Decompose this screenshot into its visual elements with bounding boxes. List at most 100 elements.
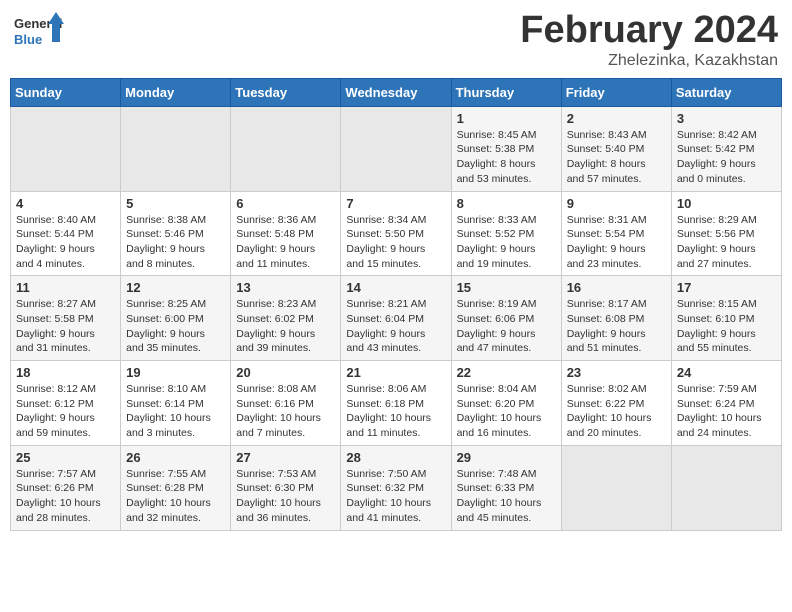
day-number: 25 — [16, 450, 115, 465]
day-info: Sunrise: 8:42 AM Sunset: 5:42 PM Dayligh… — [677, 128, 776, 187]
day-info: Sunrise: 8:17 AM Sunset: 6:08 PM Dayligh… — [567, 297, 666, 356]
day-number: 1 — [457, 111, 556, 126]
day-number: 23 — [567, 365, 666, 380]
day-cell: 23 Sunrise: 8:02 AM Sunset: 6:22 PM Dayli… — [561, 361, 671, 446]
day-cell: 11 Sunrise: 8:27 AM Sunset: 5:58 PM Dayli… — [11, 276, 121, 361]
page-header: General Blue February 2024 Zhelezinka, K… — [10, 10, 782, 70]
day-number: 5 — [126, 196, 225, 211]
day-info: Sunrise: 8:40 AM Sunset: 5:44 PM Dayligh… — [16, 213, 115, 272]
day-info: Sunrise: 8:10 AM Sunset: 6:14 PM Dayligh… — [126, 382, 225, 441]
day-cell: 24Sunrise: 7:59 AM Sunset: 6:24 PM Dayli… — [671, 361, 781, 446]
day-number: 16 — [567, 280, 666, 295]
day-info: Sunrise: 7:59 AM Sunset: 6:24 PM Dayligh… — [677, 382, 776, 441]
day-cell — [341, 106, 451, 191]
svg-text:Blue: Blue — [14, 32, 42, 47]
logo-svg: General Blue — [14, 10, 64, 55]
week-row-1: 1 Sunrise: 8:45 AM Sunset: 5:38 PM Daylig… — [11, 106, 782, 191]
col-header-sunday: Sunday — [11, 78, 121, 106]
title-block: February 2024 Zhelezinka, Kazakhstan — [520, 10, 778, 70]
week-row-4: 18 Sunrise: 8:12 AM Sunset: 6:12 PM Dayli… — [11, 361, 782, 446]
day-info: Sunrise: 8:33 AM Sunset: 5:52 PM Dayligh… — [457, 213, 556, 272]
day-cell: 10 Sunrise: 8:29 AM Sunset: 5:56 PM Dayli… — [671, 191, 781, 276]
day-cell — [671, 445, 781, 530]
day-info: Sunrise: 7:50 AM Sunset: 6:32 PM Dayligh… — [346, 467, 445, 526]
day-info: Sunrise: 7:55 AM Sunset: 6:28 PM Dayligh… — [126, 467, 225, 526]
day-number: 17 — [677, 280, 776, 295]
day-number: 4 — [16, 196, 115, 211]
day-number: 9 — [567, 196, 666, 211]
day-number: 13 — [236, 280, 335, 295]
col-header-thursday: Thursday — [451, 78, 561, 106]
day-cell: 14Sunrise: 8:21 AM Sunset: 6:04 PM Dayli… — [341, 276, 451, 361]
day-info: Sunrise: 8:38 AM Sunset: 5:46 PM Dayligh… — [126, 213, 225, 272]
day-info: Sunrise: 8:27 AM Sunset: 5:58 PM Dayligh… — [16, 297, 115, 356]
day-number: 22 — [457, 365, 556, 380]
day-cell: 9Sunrise: 8:31 AM Sunset: 5:54 PM Daylig… — [561, 191, 671, 276]
day-cell: 7Sunrise: 8:34 AM Sunset: 5:50 PM Daylig… — [341, 191, 451, 276]
day-cell — [11, 106, 121, 191]
day-cell: 4 Sunrise: 8:40 AM Sunset: 5:44 PM Daylig… — [11, 191, 121, 276]
day-cell: 17 Sunrise: 8:15 AM Sunset: 6:10 PM Dayli… — [671, 276, 781, 361]
day-info: Sunrise: 8:02 AM Sunset: 6:22 PM Dayligh… — [567, 382, 666, 441]
day-number: 8 — [457, 196, 556, 211]
day-info: Sunrise: 8:36 AM Sunset: 5:48 PM Dayligh… — [236, 213, 335, 272]
day-cell: 1 Sunrise: 8:45 AM Sunset: 5:38 PM Daylig… — [451, 106, 561, 191]
day-info: Sunrise: 8:19 AM Sunset: 6:06 PM Dayligh… — [457, 297, 556, 356]
day-info: Sunrise: 8:04 AM Sunset: 6:20 PM Dayligh… — [457, 382, 556, 441]
day-number: 11 — [16, 280, 115, 295]
day-number: 15 — [457, 280, 556, 295]
day-info: Sunrise: 8:15 AM Sunset: 6:10 PM Dayligh… — [677, 297, 776, 356]
day-number: 29 — [457, 450, 556, 465]
day-number: 27 — [236, 450, 335, 465]
col-header-monday: Monday — [121, 78, 231, 106]
day-info: Sunrise: 8:29 AM Sunset: 5:56 PM Dayligh… — [677, 213, 776, 272]
day-info: Sunrise: 8:06 AM Sunset: 6:18 PM Dayligh… — [346, 382, 445, 441]
location-subtitle: Zhelezinka, Kazakhstan — [520, 52, 778, 70]
day-number: 18 — [16, 365, 115, 380]
day-cell: 5 Sunrise: 8:38 AM Sunset: 5:46 PM Daylig… — [121, 191, 231, 276]
day-cell: 20 Sunrise: 8:08 AM Sunset: 6:16 PM Dayli… — [231, 361, 341, 446]
day-cell: 18 Sunrise: 8:12 AM Sunset: 6:12 PM Dayli… — [11, 361, 121, 446]
day-info: Sunrise: 8:45 AM Sunset: 5:38 PM Dayligh… — [457, 128, 556, 187]
day-number: 3 — [677, 111, 776, 126]
day-cell: 12Sunrise: 8:25 AM Sunset: 6:00 PM Dayli… — [121, 276, 231, 361]
col-header-tuesday: Tuesday — [231, 78, 341, 106]
day-cell: 15 Sunrise: 8:19 AM Sunset: 6:06 PM Dayli… — [451, 276, 561, 361]
col-header-friday: Friday — [561, 78, 671, 106]
day-number: 21 — [346, 365, 445, 380]
week-row-5: 25 Sunrise: 7:57 AM Sunset: 6:26 PM Dayli… — [11, 445, 782, 530]
col-header-saturday: Saturday — [671, 78, 781, 106]
day-number: 20 — [236, 365, 335, 380]
day-number: 2 — [567, 111, 666, 126]
day-cell — [231, 106, 341, 191]
day-info: Sunrise: 8:21 AM Sunset: 6:04 PM Dayligh… — [346, 297, 445, 356]
col-header-wednesday: Wednesday — [341, 78, 451, 106]
day-cell: 3 Sunrise: 8:42 AM Sunset: 5:42 PM Daylig… — [671, 106, 781, 191]
week-row-3: 11 Sunrise: 8:27 AM Sunset: 5:58 PM Dayli… — [11, 276, 782, 361]
day-number: 10 — [677, 196, 776, 211]
day-number: 19 — [126, 365, 225, 380]
calendar-header-row: SundayMondayTuesdayWednesdayThursdayFrid… — [11, 78, 782, 106]
week-row-2: 4 Sunrise: 8:40 AM Sunset: 5:44 PM Daylig… — [11, 191, 782, 276]
day-info: Sunrise: 8:08 AM Sunset: 6:16 PM Dayligh… — [236, 382, 335, 441]
calendar-table: SundayMondayTuesdayWednesdayThursdayFrid… — [10, 78, 782, 531]
day-cell: 27Sunrise: 7:53 AM Sunset: 6:30 PM Dayli… — [231, 445, 341, 530]
day-cell: 28 Sunrise: 7:50 AM Sunset: 6:32 PM Dayli… — [341, 445, 451, 530]
day-info: Sunrise: 8:23 AM Sunset: 6:02 PM Dayligh… — [236, 297, 335, 356]
day-info: Sunrise: 8:12 AM Sunset: 6:12 PM Dayligh… — [16, 382, 115, 441]
day-cell: 19 Sunrise: 8:10 AM Sunset: 6:14 PM Dayli… — [121, 361, 231, 446]
day-number: 6 — [236, 196, 335, 211]
day-number: 28 — [346, 450, 445, 465]
day-cell: 26 Sunrise: 7:55 AM Sunset: 6:28 PM Dayli… — [121, 445, 231, 530]
day-cell: 8 Sunrise: 8:33 AM Sunset: 5:52 PM Daylig… — [451, 191, 561, 276]
day-cell: 21 Sunrise: 8:06 AM Sunset: 6:18 PM Dayli… — [341, 361, 451, 446]
day-info: Sunrise: 7:57 AM Sunset: 6:26 PM Dayligh… — [16, 467, 115, 526]
day-cell — [561, 445, 671, 530]
day-info: Sunrise: 8:43 AM Sunset: 5:40 PM Dayligh… — [567, 128, 666, 187]
day-cell: 25 Sunrise: 7:57 AM Sunset: 6:26 PM Dayli… — [11, 445, 121, 530]
day-number: 7 — [346, 196, 445, 211]
day-cell: 16 Sunrise: 8:17 AM Sunset: 6:08 PM Dayli… — [561, 276, 671, 361]
day-cell — [121, 106, 231, 191]
day-cell: 22 Sunrise: 8:04 AM Sunset: 6:20 PM Dayli… — [451, 361, 561, 446]
day-number: 26 — [126, 450, 225, 465]
